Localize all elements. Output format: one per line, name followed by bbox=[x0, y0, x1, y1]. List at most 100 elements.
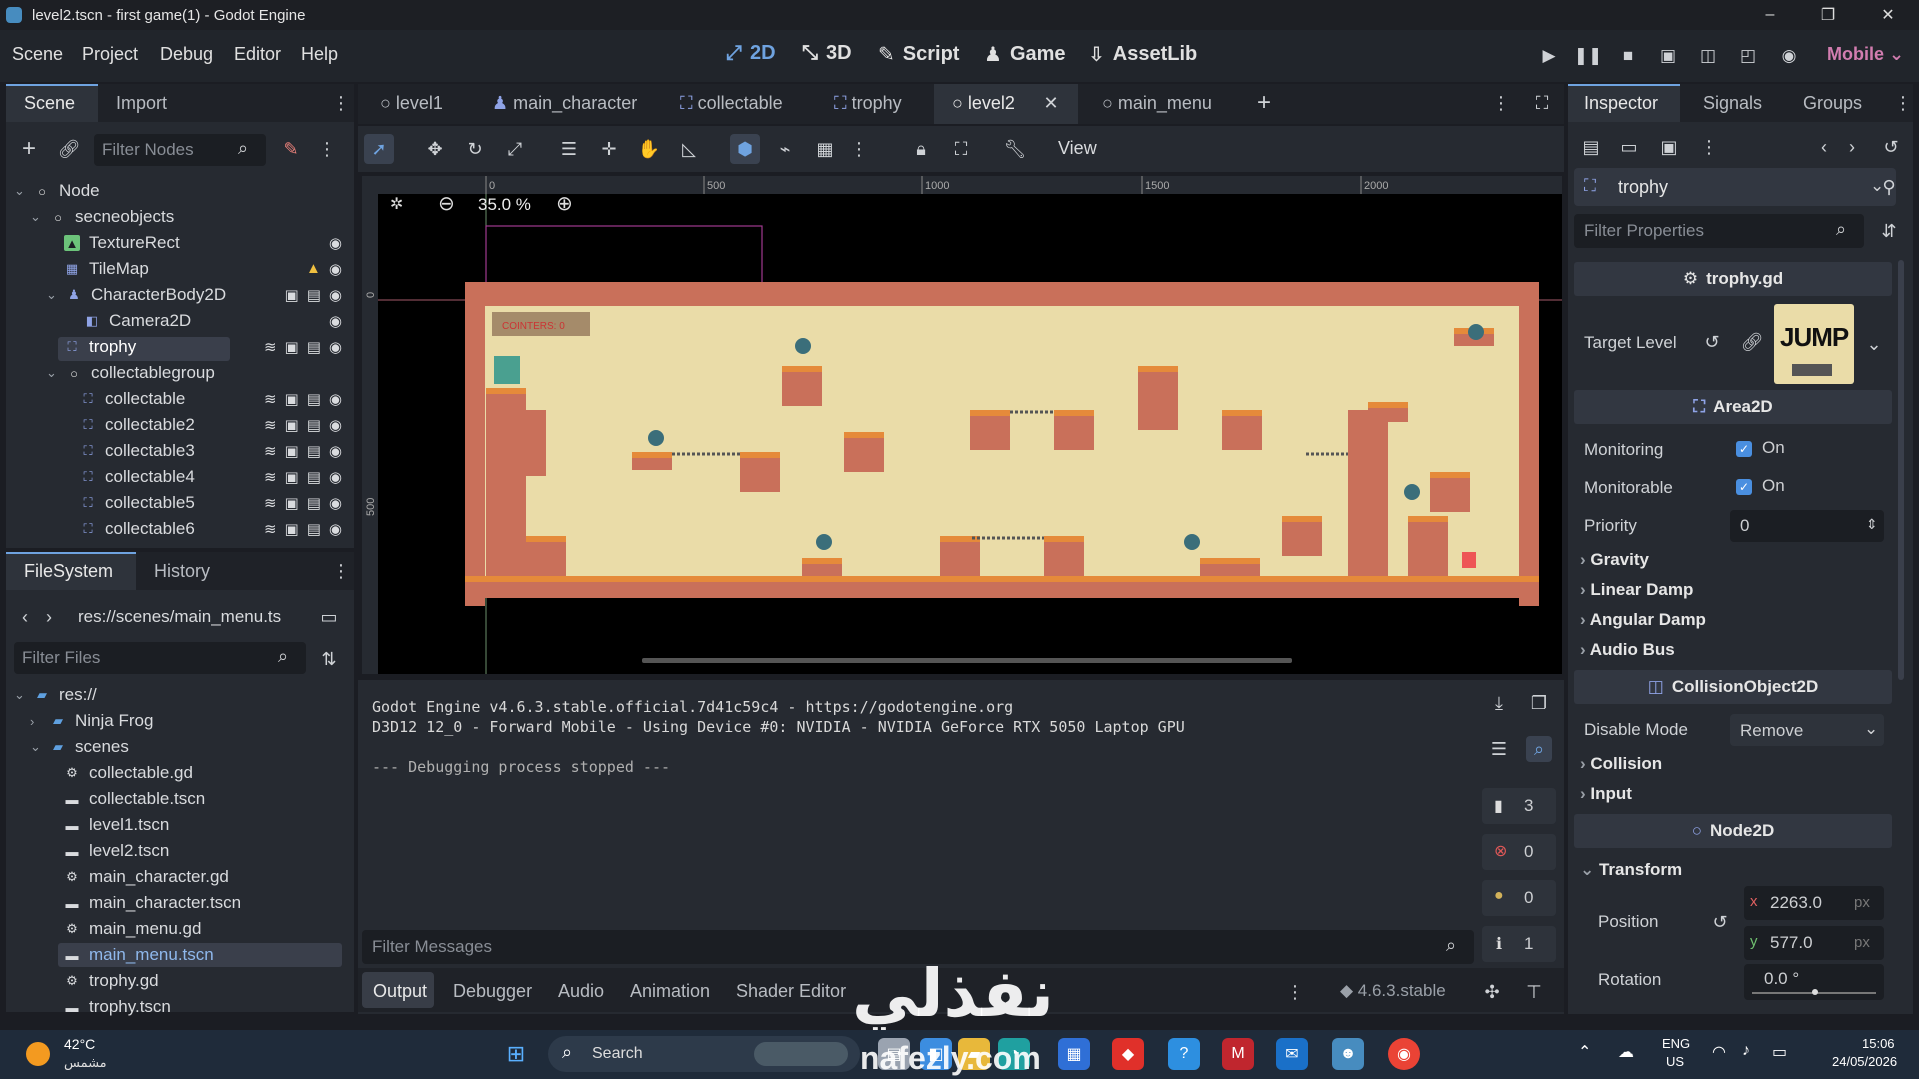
link-icon[interactable]: 🔗︎ bbox=[56, 136, 82, 162]
cloud-icon[interactable]: ☁ bbox=[1618, 1042, 1634, 1062]
tree-row-tilemap[interactable]: ▦ TileMap ▲ ◉ bbox=[64, 256, 342, 282]
tab-shader-editor[interactable]: Shader Editor bbox=[736, 981, 846, 1002]
script-attached-icon[interactable]: ▤ bbox=[307, 520, 321, 538]
snap-icon[interactable]: ⌁ bbox=[770, 134, 800, 164]
priority-spinbox[interactable]: 0 ⇕ bbox=[1730, 510, 1884, 542]
menu-scene[interactable]: Scene bbox=[12, 44, 63, 65]
tab-signals[interactable]: Signals bbox=[1703, 93, 1762, 114]
file-trophy-tscn[interactable]: ▬ trophy.tscn bbox=[64, 994, 171, 1020]
zoom-in-icon[interactable]: ⊕ bbox=[556, 191, 573, 216]
save-icon[interactable]: ▣ bbox=[1656, 134, 1682, 160]
dock-menu-icon[interactable]: ⋮ bbox=[332, 92, 350, 114]
script-attached-icon[interactable]: ▤ bbox=[307, 468, 321, 486]
position-y-field[interactable]: y 577.0 px bbox=[1744, 926, 1884, 960]
signal-icon[interactable]: ≋ bbox=[264, 416, 277, 434]
group-icon[interactable]: ⛶ bbox=[946, 134, 976, 164]
script-section[interactable]: ⚙ trophy.gd bbox=[1574, 262, 1892, 296]
script-attached-icon[interactable]: ▤ bbox=[307, 338, 321, 356]
view-menu[interactable]: View bbox=[1058, 138, 1097, 159]
slider-handle[interactable] bbox=[1812, 989, 1818, 995]
play-icon[interactable]: ▶ bbox=[1536, 44, 1562, 68]
dock-menu-icon[interactable]: ⋮ bbox=[1894, 92, 1912, 114]
pause-icon[interactable]: ❚❚ bbox=[1574, 44, 1603, 68]
scale-tool-icon[interactable]: ⤢ bbox=[500, 134, 530, 164]
tab-groups[interactable]: Groups bbox=[1803, 93, 1862, 114]
file-main-character-tscn[interactable]: ▬ main_character.tscn bbox=[64, 890, 242, 916]
file-level2-tscn[interactable]: ▬ level2.tscn bbox=[64, 838, 170, 864]
file-trophy-gd[interactable]: ⚙ trophy.gd bbox=[64, 968, 158, 994]
tree-row-collectable5[interactable]: ⛶ collectable5 ≋ ▣ ▤ ◉ bbox=[80, 490, 342, 516]
menu-help[interactable]: Help bbox=[301, 44, 338, 65]
tab-inspector[interactable]: Inspector bbox=[1584, 93, 1658, 114]
grid-snap-icon[interactable]: ▦ bbox=[810, 134, 840, 164]
visibility-icon[interactable]: ◉ bbox=[329, 390, 342, 408]
tabs-menu-icon[interactable]: ⋮ bbox=[1492, 92, 1510, 114]
weather-temp[interactable]: 42°C bbox=[64, 1036, 95, 1052]
property-options-icon[interactable]: ⇵ bbox=[1876, 218, 1902, 244]
canvas-viewport[interactable]: 0 500 1000 1500 2000 0 500 COINTERS: 0 ✲… bbox=[362, 176, 1562, 674]
search-output-icon[interactable]: ⌕ bbox=[1526, 736, 1552, 762]
visibility-icon[interactable]: ◉ bbox=[329, 286, 342, 304]
signal-icon[interactable]: ≋ bbox=[264, 520, 277, 538]
workspace-assetlib-button[interactable]: ⇩ AssetLib bbox=[1088, 42, 1197, 67]
mcafee-icon[interactable]: M bbox=[1222, 1038, 1254, 1070]
clapperboard-icon[interactable]: ▣ bbox=[285, 416, 299, 434]
battery-icon[interactable]: ▭ bbox=[1772, 1042, 1787, 1062]
clapperboard-icon[interactable]: ▣ bbox=[285, 468, 299, 486]
clapperboard-icon[interactable]: ▣ bbox=[285, 494, 299, 512]
group-audio-bus[interactable]: › Audio Bus bbox=[1580, 640, 1675, 660]
filter-warning-toggle[interactable]: ● 0 bbox=[1482, 880, 1556, 916]
add-node-icon[interactable]: + bbox=[16, 135, 42, 162]
tab-filesystem[interactable]: FileSystem bbox=[24, 561, 113, 582]
visibility-icon[interactable]: ◉ bbox=[329, 416, 342, 434]
maximize-button[interactable]: ❐ bbox=[1800, 0, 1856, 30]
split-view-icon[interactable]: ▭ bbox=[316, 604, 342, 630]
chevron-down-icon[interactable]: ⌄ bbox=[1864, 334, 1884, 354]
folder-res[interactable]: ⌄ ▰ res:// bbox=[14, 682, 97, 708]
tab-history[interactable]: History bbox=[154, 561, 210, 582]
pin-icon[interactable]: ✣ bbox=[1480, 980, 1504, 1004]
ruler-tool-icon[interactable]: ◺ bbox=[674, 134, 704, 164]
visibility-icon[interactable]: ◉ bbox=[329, 260, 342, 278]
file-level1-tscn[interactable]: ▬ level1.tscn bbox=[64, 812, 170, 838]
dock-menu-icon[interactable]: ⋮ bbox=[332, 560, 350, 582]
scene-tab-collectable[interactable]: ⛶ collectable bbox=[680, 93, 783, 114]
script-attached-icon[interactable]: ▤ bbox=[307, 286, 321, 304]
group-gravity[interactable]: › Gravity bbox=[1580, 550, 1649, 570]
forward-icon[interactable]: › bbox=[40, 604, 58, 630]
object-selector[interactable]: ⛶ trophy ⌄ bbox=[1574, 168, 1896, 206]
folder-scenes[interactable]: ⌄ ▰ scenes bbox=[30, 734, 129, 760]
tree-row-node[interactable]: ⌄ ○ Node bbox=[14, 178, 100, 204]
monitorable-checkbox[interactable]: ✓ On bbox=[1736, 476, 1785, 496]
chrome-icon[interactable]: ◉ bbox=[1388, 1038, 1420, 1070]
visibility-icon[interactable]: ◉ bbox=[329, 520, 342, 538]
signal-icon[interactable]: ≋ bbox=[264, 494, 277, 512]
history-icon[interactable]: ↺ bbox=[1878, 134, 1904, 160]
movie-maker-icon[interactable]: ◉ bbox=[1776, 44, 1802, 68]
group-input[interactable]: › Input bbox=[1580, 784, 1632, 804]
menu-project[interactable]: Project bbox=[82, 44, 138, 65]
script-attached-icon[interactable]: ▤ bbox=[307, 390, 321, 408]
lock-icon[interactable]: 🔒︎ bbox=[906, 134, 936, 164]
anydesk-icon[interactable]: ◆ bbox=[1112, 1038, 1144, 1070]
tray-chevron-up-icon[interactable]: ⌃ bbox=[1578, 1042, 1591, 1062]
play-scene-icon[interactable]: ◫ bbox=[1695, 44, 1721, 68]
clapperboard-icon[interactable]: ▣ bbox=[285, 442, 299, 460]
expand-panel-icon[interactable]: ⊤ bbox=[1522, 980, 1546, 1004]
sort-icon[interactable]: ⇅ bbox=[316, 646, 342, 672]
workspace-3d-button[interactable]: ⤡ 3D bbox=[802, 42, 852, 65]
copy-output-icon[interactable]: ❐ bbox=[1526, 690, 1552, 716]
tree-row-collectable[interactable]: ⛶ collectable ≋ ▣ ▤ ◉ bbox=[80, 386, 342, 412]
godot-taskbar-icon[interactable]: ☻ bbox=[1332, 1038, 1364, 1070]
pivot-tool-icon[interactable]: ✛ bbox=[594, 134, 624, 164]
select-tool-icon[interactable]: ➚ bbox=[364, 134, 394, 164]
new-resource-icon[interactable]: ▤ bbox=[1578, 134, 1604, 160]
visibility-icon[interactable]: ◉ bbox=[329, 442, 342, 460]
node-info-icon[interactable]: ⚲ bbox=[1876, 174, 1902, 200]
visibility-icon[interactable]: ◉ bbox=[329, 338, 342, 356]
collapse-icon[interactable]: ☰ bbox=[1486, 736, 1512, 762]
renderer-select[interactable]: Mobile ⌄ bbox=[1827, 44, 1904, 65]
clock-time[interactable]: 15:06 bbox=[1862, 1036, 1895, 1051]
panel-menu-icon[interactable]: ⋮ bbox=[1286, 980, 1304, 1004]
scene-menu-icon[interactable]: ⋮ bbox=[318, 136, 336, 162]
